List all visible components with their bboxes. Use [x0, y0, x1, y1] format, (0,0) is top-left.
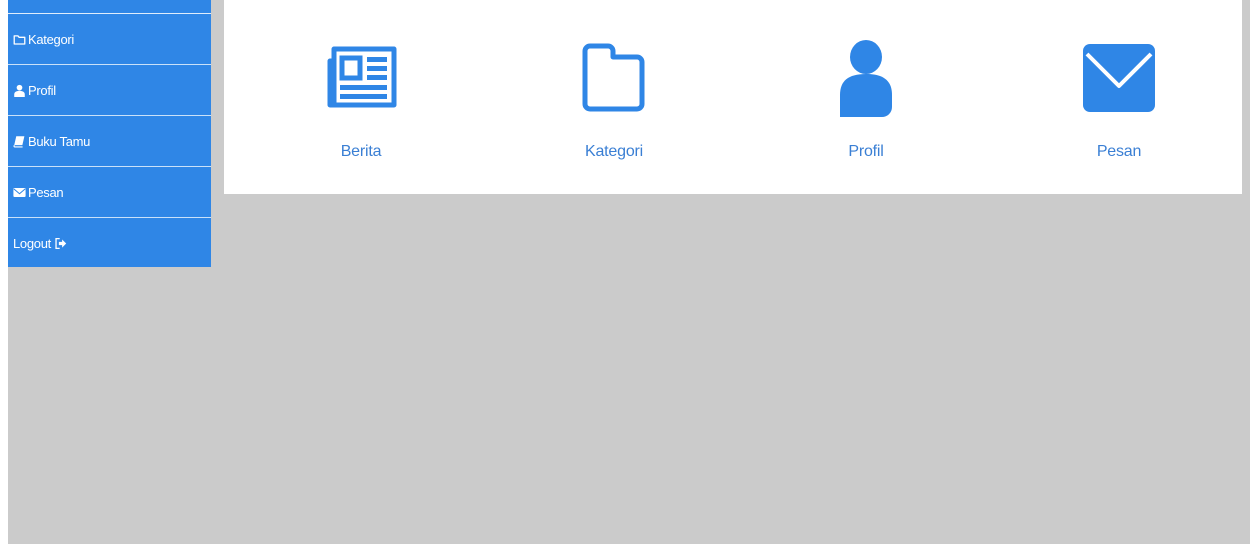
book-icon [13, 135, 26, 148]
page-viewport: Kategori Profil Buku Tamu Pesan Logout B… [8, 0, 1250, 544]
sidebar-top-divider [8, 0, 211, 14]
tile-label: Pesan [1096, 143, 1142, 160]
sidebar-item-label: Profil [28, 82, 56, 98]
newspaper-icon [321, 38, 401, 118]
tile-label: Berita [340, 143, 382, 160]
folder-icon [13, 33, 26, 46]
sidebar-item-profil[interactable]: Profil [8, 65, 211, 116]
dashboard-panel: Berita Kategori Profil Pesan [224, 0, 1242, 194]
sidebar-item-label: Buku Tamu [28, 133, 91, 149]
envelope-icon [13, 186, 26, 199]
dashboard-tile-kategori[interactable]: Kategori [489, 0, 739, 194]
sidebar-item-pesan[interactable]: Pesan [8, 167, 211, 218]
sidebar: Kategori Profil Buku Tamu Pesan Logout [8, 0, 211, 267]
sidebar-item-buku-tamu[interactable]: Buku Tamu [8, 116, 211, 167]
tile-label: Profil [848, 143, 884, 160]
sidebar-item-label: Pesan [28, 184, 64, 200]
dashboard-tile-berita[interactable]: Berita [236, 0, 486, 194]
dashboard-tile-profil[interactable]: Profil [741, 0, 991, 194]
sidebar-item-logout[interactable]: Logout [8, 218, 211, 269]
sidebar-item-kategori[interactable]: Kategori [8, 14, 211, 65]
sidebar-item-label: Kategori [28, 31, 75, 47]
sidebar-item-label: Logout [13, 236, 51, 251]
envelope-icon [1079, 38, 1159, 118]
user-icon [13, 84, 26, 97]
folder-icon [574, 38, 654, 118]
logout-icon [54, 237, 67, 250]
dashboard-tile-pesan[interactable]: Pesan [994, 0, 1244, 194]
user-icon [826, 38, 906, 118]
tile-label: Kategori [585, 143, 643, 160]
